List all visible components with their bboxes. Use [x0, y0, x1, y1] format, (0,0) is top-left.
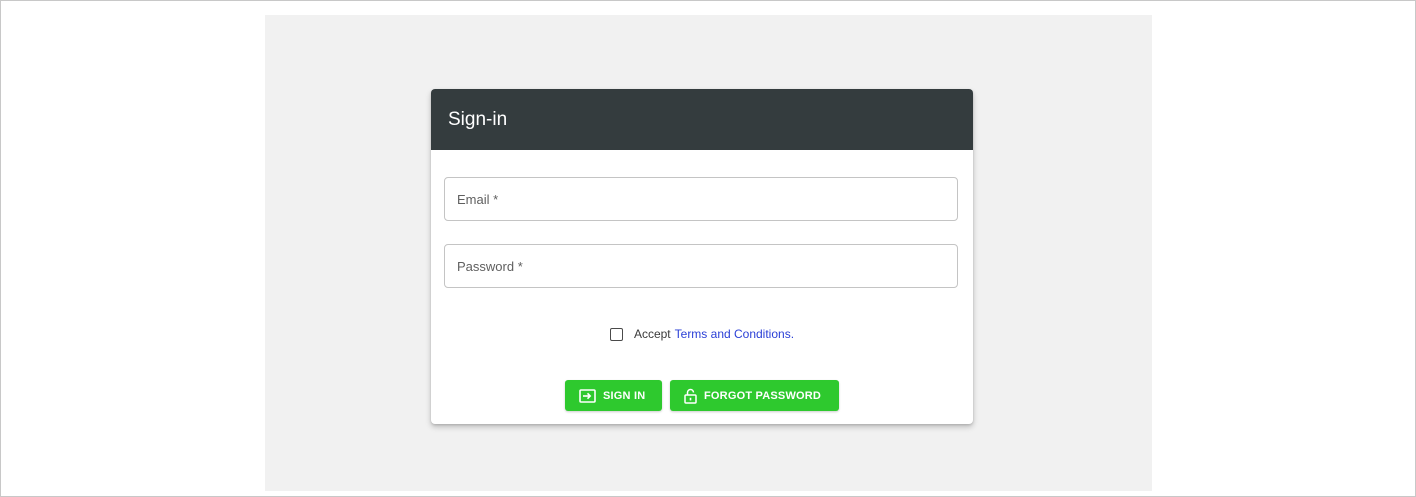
- forgot-password-label: FORGOT PASSWORD: [704, 389, 822, 402]
- page-frame: Sign-in Accept Terms and Conditions.: [0, 0, 1416, 497]
- accept-terms-checkbox[interactable]: [609, 327, 623, 341]
- login-icon: [579, 388, 596, 403]
- password-field-container: [444, 244, 958, 288]
- sign-in-label: SIGN IN: [603, 389, 646, 402]
- sign-in-button[interactable]: SIGN IN: [565, 380, 662, 411]
- terms-row: Accept Terms and Conditions.: [431, 327, 973, 341]
- email-field[interactable]: [445, 178, 957, 220]
- button-row: SIGN IN FORGOT PASSWORD: [431, 380, 973, 411]
- card-header: Sign-in: [431, 89, 973, 150]
- terms-prefix: Accept: [633, 327, 671, 341]
- signin-card: Sign-in Accept Terms and Conditions.: [431, 89, 973, 424]
- terms-link[interactable]: Terms and Conditions.: [675, 327, 794, 341]
- card-title: Sign-in: [448, 108, 508, 130]
- password-field[interactable]: [445, 245, 957, 287]
- lock-open-icon: [684, 388, 697, 404]
- email-field-container: [444, 177, 958, 221]
- content-panel: Sign-in Accept Terms and Conditions.: [265, 15, 1152, 491]
- forgot-password-button[interactable]: FORGOT PASSWORD: [670, 380, 839, 411]
